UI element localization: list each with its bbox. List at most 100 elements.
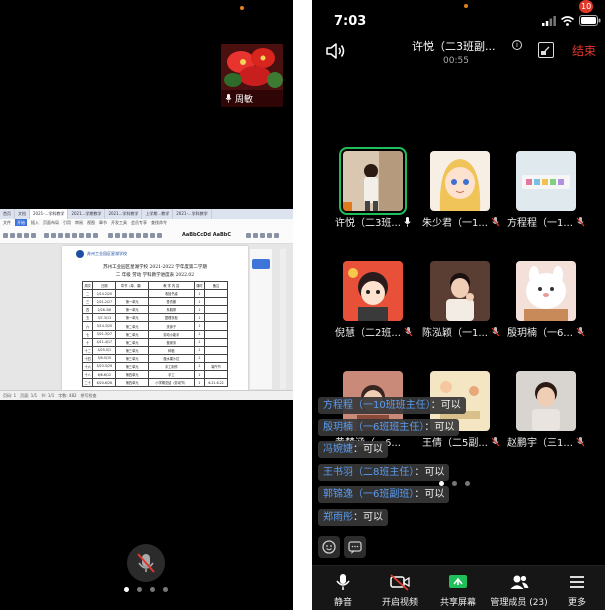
participant-tile[interactable] xyxy=(516,151,576,211)
toolbar-group-edit[interactable] xyxy=(246,229,279,241)
participant-tile[interactable] xyxy=(343,261,403,321)
toolbar-group-clipboard[interactable] xyxy=(3,229,36,241)
page-dot[interactable] xyxy=(439,481,444,486)
chat-message[interactable]: 王书羽（二8班主任）：可以 xyxy=(318,464,450,481)
style-sample: AaBbCcDd AaBbC xyxy=(182,232,232,238)
participant-name: 方程程（一1... xyxy=(507,218,573,229)
doc-tab[interactable]: 文档 xyxy=(15,209,30,219)
menu-item[interactable]: 文件 xyxy=(3,219,11,226)
page-dot[interactable] xyxy=(452,481,457,486)
share-screen-button[interactable]: 共享屏幕 xyxy=(430,572,486,608)
table-cell: 3/7-3/13 xyxy=(92,313,117,323)
privacy-indicator-dot xyxy=(464,4,468,8)
gallery-page-indicator xyxy=(439,481,470,486)
menu-item[interactable]: 视图 xyxy=(87,219,95,226)
menu-item[interactable]: 会员专享 xyxy=(131,219,147,226)
chat-message[interactable]: 殷玥楠（一6班班主任）：可以 xyxy=(318,419,460,436)
participant-label: 陈泓颖（一1... xyxy=(422,324,504,339)
toolbar-group-paragraph[interactable] xyxy=(108,229,162,241)
table-cell: 第一单元 xyxy=(115,313,149,323)
mic-icon xyxy=(336,574,350,590)
participant-tile[interactable] xyxy=(430,261,490,321)
page-dot[interactable] xyxy=(124,587,129,592)
muted-mic-button[interactable] xyxy=(127,544,165,582)
menu-item[interactable]: 引用 xyxy=(63,219,71,226)
doc-tab[interactable]: 2021-...学科教学 xyxy=(173,209,212,219)
menu-item[interactable]: 审阅 xyxy=(75,219,83,226)
participant-tile[interactable] xyxy=(516,371,576,431)
chat-text: ：可以 xyxy=(414,467,445,478)
menu-item[interactable]: 查找命令 xyxy=(151,219,167,226)
table-cell: 6.21-6.22 xyxy=(204,378,228,388)
status-item: 页面: 1/1 xyxy=(20,393,38,398)
doc-tab[interactable]: 上学期...教学 xyxy=(142,209,174,219)
menu-item[interactable]: 章节 xyxy=(99,219,107,226)
participant-tile[interactable] xyxy=(430,151,490,211)
toolbar-style-gallery[interactable]: AaBbCcDd AaBbC xyxy=(182,229,231,241)
table-cell: 1 xyxy=(193,353,206,363)
status-bar-time: 7:03 xyxy=(334,14,367,29)
shared-document-screen[interactable]: 首页 文档 2021-...学科教学 2021...学期教学 2021...学科… xyxy=(0,209,293,400)
page-dot[interactable] xyxy=(465,481,470,486)
side-panel-button[interactable] xyxy=(252,259,270,269)
doc-scrollbar[interactable] xyxy=(280,249,286,389)
speaker-video-thumbnail[interactable]: 周敏 xyxy=(221,44,283,107)
end-meeting-button[interactable]: 结束 xyxy=(572,42,596,59)
menu-item[interactable]: 插入 xyxy=(31,219,39,226)
camera-off-icon xyxy=(390,574,410,591)
info-icon[interactable]: i xyxy=(512,40,522,50)
toolbar-group-font[interactable] xyxy=(44,229,98,241)
chat-sender: 方程程（一10班班主任） xyxy=(323,400,431,411)
chat-message[interactable]: 郭锦逸（一6班副班）：可以 xyxy=(318,486,450,503)
table-cell: 6/6-6/12 xyxy=(92,370,117,380)
participant-label: 方程程（一1... xyxy=(507,214,589,229)
start-video-button[interactable]: 开启视频 xyxy=(372,572,428,608)
status-bar-icons xyxy=(542,15,601,26)
participant-tile-active[interactable] xyxy=(339,147,407,215)
meeting-title[interactable]: 许悦（二3班副... xyxy=(412,38,542,54)
doc-tab[interactable]: 2021...学期教学 xyxy=(68,209,106,219)
page-dot[interactable] xyxy=(137,587,142,592)
table-cell: 三 xyxy=(81,297,94,307)
mic-muted-icon xyxy=(576,326,585,336)
meeting-timer: 00:55 xyxy=(443,56,469,66)
speaker-icon[interactable] xyxy=(324,40,346,62)
more-button[interactable]: 更多 xyxy=(552,572,602,608)
chat-message[interactable]: 方程程（一10班班主任）：可以 xyxy=(318,397,466,414)
doc-tab[interactable]: 首页 xyxy=(0,209,15,219)
page-dot[interactable] xyxy=(163,587,168,592)
table-cell: 4/25-5/1 xyxy=(92,345,117,355)
reaction-button[interactable] xyxy=(318,536,340,558)
chat-sender: 殷玥楠（一6班班主任） xyxy=(323,422,425,433)
floating-window-button[interactable] xyxy=(538,42,554,58)
chat-text: ：可以 xyxy=(353,444,383,455)
table-cell: 第三单元 xyxy=(115,353,149,363)
table-row: 二十 6/20-6/26 第四单元 小学期总结（劳动节） 1 6.21-6.22 xyxy=(81,378,228,388)
chat-button[interactable] xyxy=(344,536,366,558)
table-cell: 2/21-2/27 xyxy=(92,297,117,307)
mute-button[interactable]: 静音 xyxy=(315,572,371,608)
chat-message[interactable]: 冯婉婕：可以 xyxy=(318,441,388,458)
table-cell: 小学期总结（劳动节） xyxy=(147,378,195,388)
chat-message[interactable]: 郑雨彤：可以 xyxy=(318,509,388,526)
page-dot[interactable] xyxy=(150,587,155,592)
table-row: 三 2/21-2/27 第一单元 叠衣服 1 xyxy=(81,297,228,307)
doc-tab-active[interactable]: 2021-...学科教学 xyxy=(30,209,69,219)
table-cell: 1 xyxy=(193,345,206,355)
table-cell: 十四 xyxy=(81,353,94,363)
table-cell: 第三单元 xyxy=(115,361,149,372)
meeting-gallery-view: 7:03 许悦（二3班副... i 00:55 结束 许悦（二3班... 朱少君… xyxy=(312,0,605,610)
participant-avatar xyxy=(516,261,576,321)
doc-tab[interactable]: 2021...学科教学 xyxy=(105,209,143,219)
menu-item[interactable]: 页面布局 xyxy=(43,219,59,226)
participant-tile[interactable] xyxy=(516,261,576,321)
manage-members-button[interactable]: 管理成员 (23) xyxy=(488,572,550,608)
mic-muted-icon xyxy=(576,216,585,226)
table-cell: 第四单元 xyxy=(115,370,149,380)
chat-sender: 冯婉婕 xyxy=(323,444,353,455)
status-item: 节: 1/1 xyxy=(41,393,55,398)
mic-muted-icon xyxy=(491,326,500,336)
menu-item[interactable]: 开发工具 xyxy=(111,219,127,226)
menu-item[interactable]: 开始 xyxy=(15,219,27,226)
participant-avatar xyxy=(516,371,576,431)
